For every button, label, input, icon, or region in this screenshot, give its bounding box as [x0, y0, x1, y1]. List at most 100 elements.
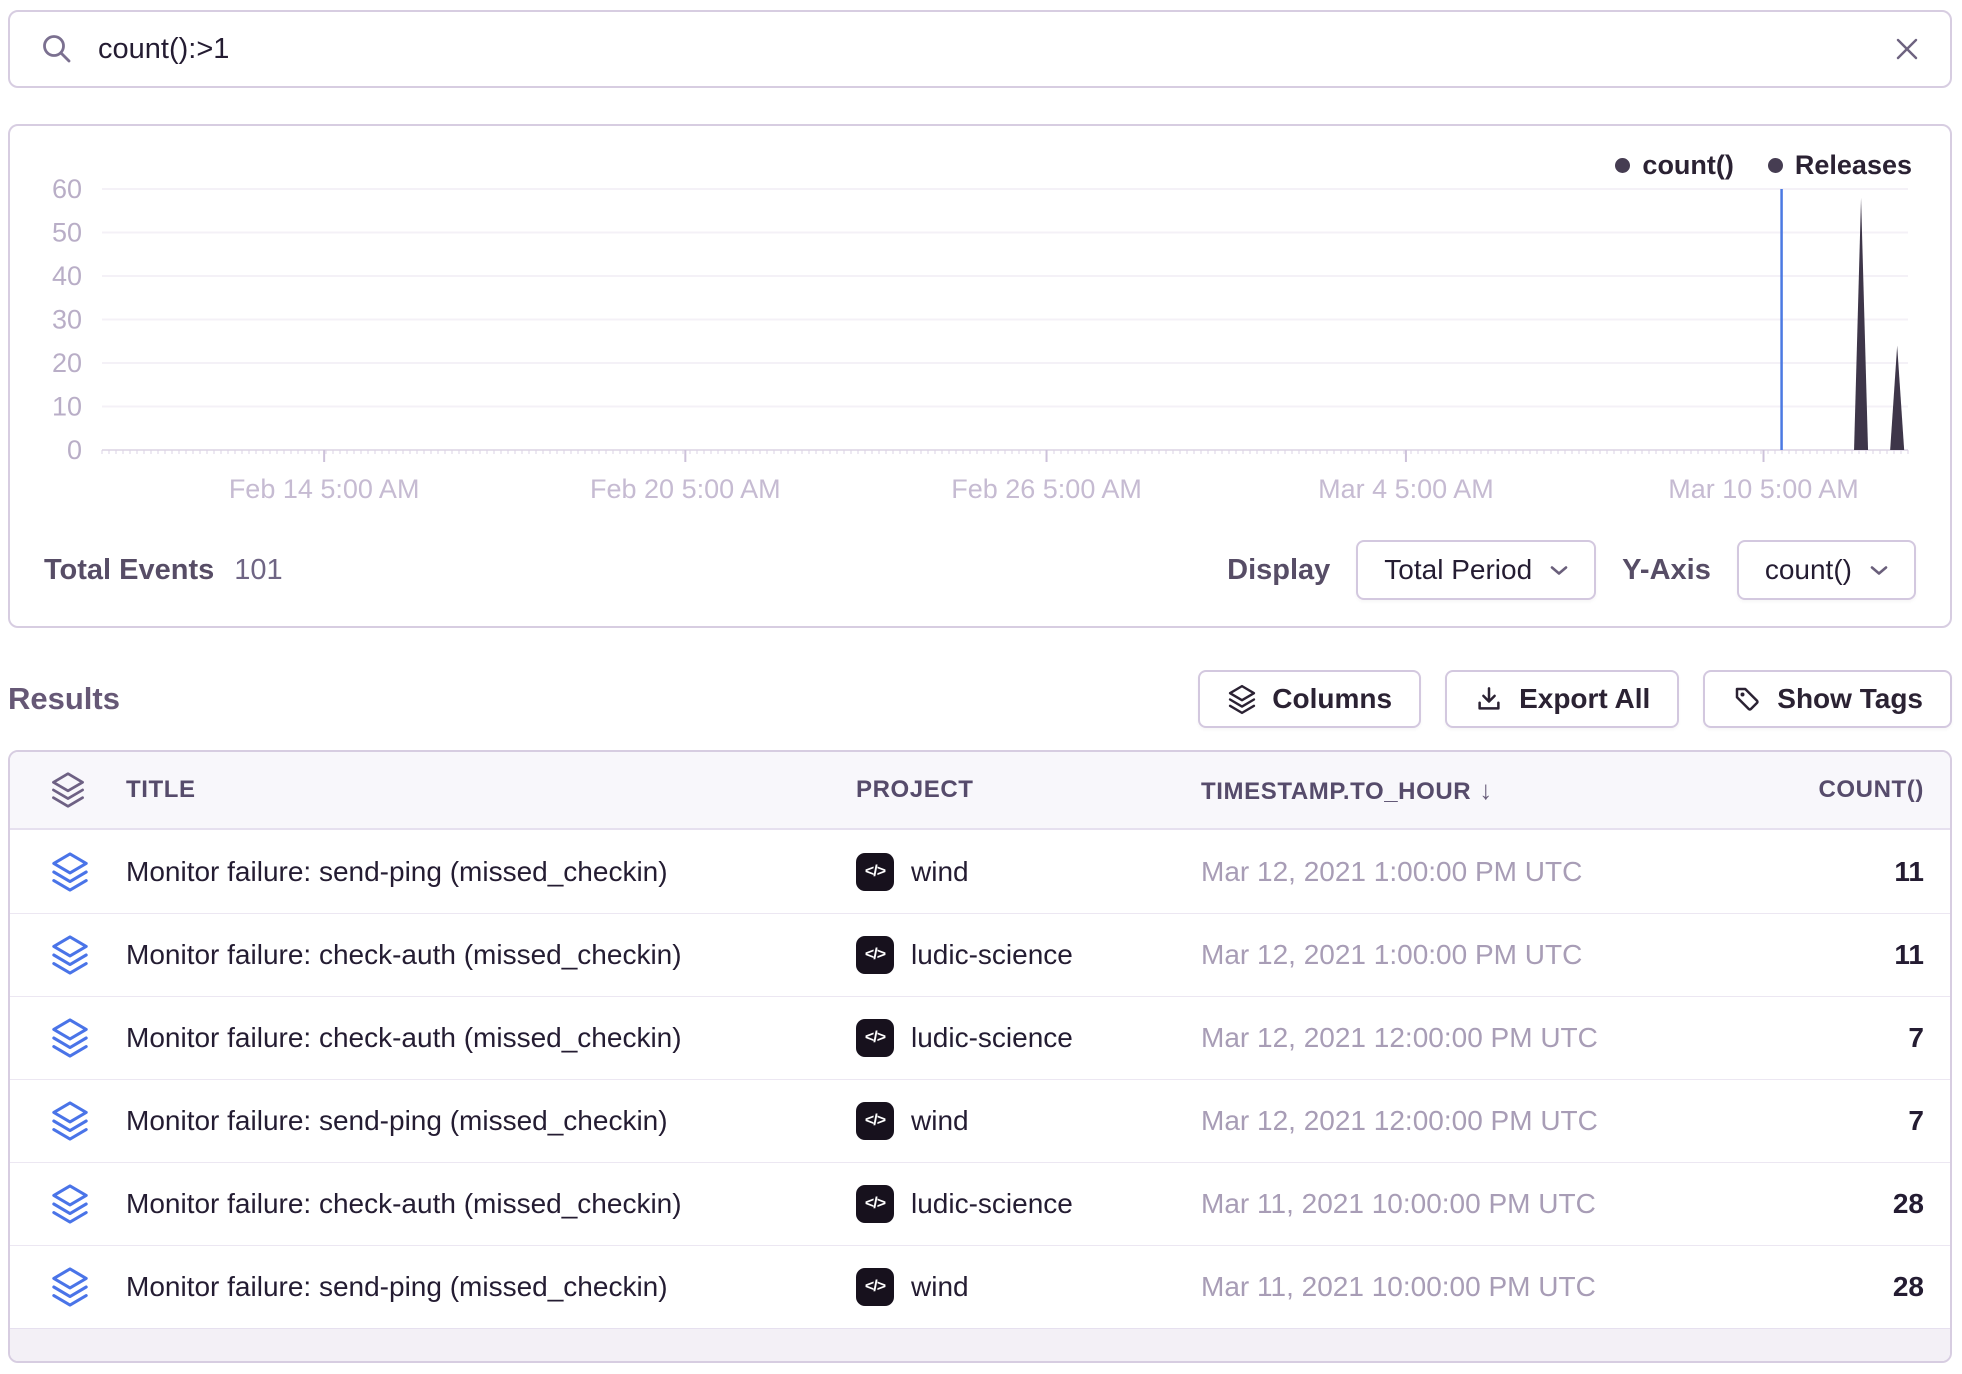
columns-button[interactable]: Columns — [1198, 670, 1421, 728]
issue-stack-icon — [50, 934, 90, 976]
yaxis-dropdown-value: count() — [1765, 554, 1852, 586]
sort-desc-icon: ↓ — [1479, 775, 1493, 805]
column-header-timestamp[interactable]: TIMESTAMP.TO_HOUR↓ — [1201, 775, 1681, 806]
results-table: TITLE PROJECT TIMESTAMP.TO_HOUR↓ COUNT()… — [8, 750, 1952, 1363]
column-header-icon — [36, 771, 126, 809]
table-header: TITLE PROJECT TIMESTAMP.TO_HOUR↓ COUNT() — [10, 752, 1950, 830]
row-count: 28 — [1681, 1271, 1924, 1303]
svg-text:50: 50 — [52, 218, 82, 248]
table-row: Monitor failure: send-ping (missed_check… — [10, 1079, 1950, 1162]
row-timestamp: Mar 11, 2021 10:00:00 PM UTC — [1201, 1271, 1681, 1303]
table-row: Monitor failure: check-auth (missed_chec… — [10, 1162, 1950, 1245]
project-platform-icon: </> — [856, 1019, 894, 1057]
table-footer — [10, 1328, 1950, 1362]
display-label: Display — [1227, 554, 1330, 587]
svg-text:30: 30 — [52, 305, 82, 335]
results-heading: Results — [8, 681, 120, 717]
row-count: 7 — [1681, 1105, 1924, 1137]
chart-legend: count() Releases — [1615, 150, 1912, 181]
issue-stack-icon — [50, 1266, 90, 1308]
project-platform-icon: </> — [856, 1268, 894, 1306]
display-dropdown[interactable]: Total Period — [1356, 540, 1596, 600]
clear-search-icon[interactable] — [1894, 36, 1920, 62]
events-chart-svg: 0 10 20 30 40 50 60 Feb 14 5:00 AM Feb 20 5:00 A… — [10, 126, 1950, 518]
row-title[interactable]: Monitor failure: send-ping (missed_check… — [126, 856, 856, 888]
project-platform-icon: </> — [856, 1185, 894, 1223]
column-header-title[interactable]: TITLE — [126, 776, 856, 804]
svg-text:10: 10 — [52, 392, 82, 422]
total-events: Total Events 101 — [44, 554, 283, 587]
table-row: Monitor failure: send-ping (missed_check… — [10, 830, 1950, 913]
legend-dot-icon — [1615, 158, 1630, 173]
row-project: wind — [911, 856, 969, 888]
table-body: Monitor failure: send-ping (missed_check… — [10, 830, 1950, 1328]
export-all-button[interactable]: Export All — [1445, 670, 1679, 728]
svg-text:Feb 26 5:00 AM: Feb 26 5:00 AM — [951, 474, 1142, 504]
layers-icon — [50, 771, 86, 809]
row-title[interactable]: Monitor failure: send-ping (missed_check… — [126, 1105, 856, 1137]
legend-item-count[interactable]: count() — [1615, 150, 1733, 181]
total-events-value: 101 — [234, 554, 282, 587]
row-timestamp: Mar 11, 2021 10:00:00 PM UTC — [1201, 1188, 1681, 1220]
yaxis-label: Y-Axis — [1622, 554, 1711, 587]
issue-stack-icon — [50, 851, 90, 893]
svg-text:40: 40 — [52, 261, 82, 291]
row-project: wind — [911, 1271, 969, 1303]
yaxis-dropdown[interactable]: count() — [1737, 540, 1916, 600]
svg-text:60: 60 — [52, 174, 82, 204]
table-row: Monitor failure: send-ping (missed_check… — [10, 1245, 1950, 1328]
row-count: 11 — [1681, 856, 1924, 888]
legend-dot-icon — [1768, 158, 1783, 173]
tag-icon — [1732, 684, 1762, 714]
issue-stack-icon — [50, 1100, 90, 1142]
column-header-count[interactable]: COUNT() — [1681, 776, 1924, 804]
display-dropdown-value: Total Period — [1384, 554, 1532, 586]
issue-stack-icon — [50, 1017, 90, 1059]
row-project: ludic-science — [911, 1022, 1073, 1054]
chevron-down-icon — [1870, 565, 1888, 576]
chart-controls: Display Total Period Y-Axis count() — [1227, 540, 1916, 600]
results-bar: Results Columns Export All Show Tags — [8, 662, 1952, 736]
search-bar: count():>1 — [8, 10, 1952, 88]
export-all-button-label: Export All — [1519, 683, 1650, 715]
row-project: ludic-science — [911, 1188, 1073, 1220]
table-row: Monitor failure: check-auth (missed_chec… — [10, 913, 1950, 996]
table-row: Monitor failure: check-auth (missed_chec… — [10, 996, 1950, 1079]
row-title[interactable]: Monitor failure: check-auth (missed_chec… — [126, 939, 856, 971]
row-title[interactable]: Monitor failure: check-auth (missed_chec… — [126, 1188, 856, 1220]
columns-button-label: Columns — [1272, 683, 1392, 715]
row-project: wind — [911, 1105, 969, 1137]
svg-text:Feb 14 5:00 AM: Feb 14 5:00 AM — [229, 474, 420, 504]
row-timestamp: Mar 12, 2021 1:00:00 PM UTC — [1201, 939, 1681, 971]
search-icon — [40, 32, 74, 66]
column-header-project[interactable]: PROJECT — [856, 776, 1201, 804]
results-actions: Columns Export All Show Tags — [1198, 670, 1952, 728]
search-input[interactable]: count():>1 — [98, 33, 1870, 66]
row-timestamp: Mar 12, 2021 12:00:00 PM UTC — [1201, 1022, 1681, 1054]
issue-stack-icon — [50, 1183, 90, 1225]
row-project: ludic-science — [911, 939, 1073, 971]
svg-text:20: 20 — [52, 348, 82, 378]
svg-text:Mar 10 5:00 AM: Mar 10 5:00 AM — [1668, 474, 1859, 504]
chart-footer: Total Events 101 Display Total Period Y-… — [10, 514, 1950, 626]
legend-label-releases: Releases — [1795, 150, 1912, 181]
download-icon — [1474, 684, 1504, 714]
svg-text:Mar 4 5:00 AM: Mar 4 5:00 AM — [1318, 474, 1494, 504]
events-chart-panel: count() Releases 0 10 20 30 40 50 60 Feb 14 5:0… — [8, 124, 1952, 628]
show-tags-button[interactable]: Show Tags — [1703, 670, 1952, 728]
layers-icon — [1227, 684, 1257, 715]
chevron-down-icon — [1550, 565, 1568, 576]
svg-text:Feb 20 5:00 AM: Feb 20 5:00 AM — [590, 474, 781, 504]
row-title[interactable]: Monitor failure: send-ping (missed_check… — [126, 1271, 856, 1303]
show-tags-button-label: Show Tags — [1777, 683, 1923, 715]
project-platform-icon: </> — [856, 853, 894, 891]
legend-item-releases[interactable]: Releases — [1768, 150, 1912, 181]
row-count: 28 — [1681, 1188, 1924, 1220]
row-timestamp: Mar 12, 2021 1:00:00 PM UTC — [1201, 856, 1681, 888]
row-timestamp: Mar 12, 2021 12:00:00 PM UTC — [1201, 1105, 1681, 1137]
legend-label-count: count() — [1642, 150, 1733, 181]
row-count: 7 — [1681, 1022, 1924, 1054]
project-platform-icon: </> — [856, 1102, 894, 1140]
row-title[interactable]: Monitor failure: check-auth (missed_chec… — [126, 1022, 856, 1054]
svg-text:0: 0 — [67, 435, 82, 465]
